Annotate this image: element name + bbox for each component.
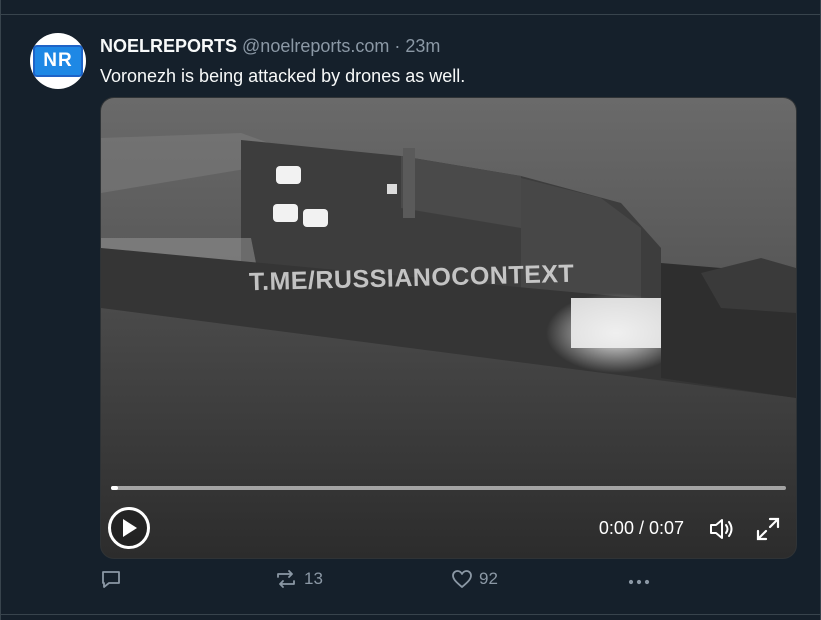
reply-button[interactable]: [100, 568, 122, 590]
like-count: 92: [479, 569, 498, 588]
video-progress-fill: [111, 486, 118, 490]
like-button[interactable]: 92: [451, 568, 498, 590]
heart-icon: [452, 570, 472, 588]
bottom-divider: [0, 614, 821, 615]
frame-left-border: [0, 0, 1, 620]
repost-icon: [277, 570, 295, 588]
play-icon: [123, 519, 137, 537]
top-divider: [0, 14, 821, 15]
fullscreen-button[interactable]: [755, 516, 781, 542]
video-time: 0:00 / 0:07: [598, 518, 684, 538]
header-separator: ·: [394, 36, 401, 56]
fullscreen-icon: [756, 517, 780, 541]
avatar-logo-text: NR: [43, 50, 73, 71]
repost-button[interactable]: 13: [274, 568, 323, 590]
volume-icon: [710, 519, 733, 539]
play-button[interactable]: [108, 507, 150, 549]
tweet-text: Voronezh is being attacked by drones as …: [100, 66, 466, 86]
tweet-timestamp[interactable]: 23m: [405, 36, 440, 56]
tweet-actions: 13 92: [0, 568, 821, 598]
author-handle[interactable]: @noelreports.com: [242, 36, 389, 56]
video-player[interactable]: T.ME/RUSSIANOCONTEXT 0:00 / 0:07: [100, 97, 797, 559]
tweet-header: NOELREPORTS @noelreports.com · 23m: [100, 36, 440, 57]
video-progress-bar[interactable]: [111, 486, 786, 490]
avatar-logo: NR: [33, 45, 83, 77]
more-icon: [628, 579, 650, 585]
volume-button[interactable]: [708, 516, 736, 542]
avatar[interactable]: NR: [30, 33, 86, 89]
reply-icon: [102, 571, 120, 588]
author-name[interactable]: NOELREPORTS: [100, 36, 237, 56]
repost-count: 13: [304, 569, 323, 588]
more-button[interactable]: [626, 568, 652, 590]
